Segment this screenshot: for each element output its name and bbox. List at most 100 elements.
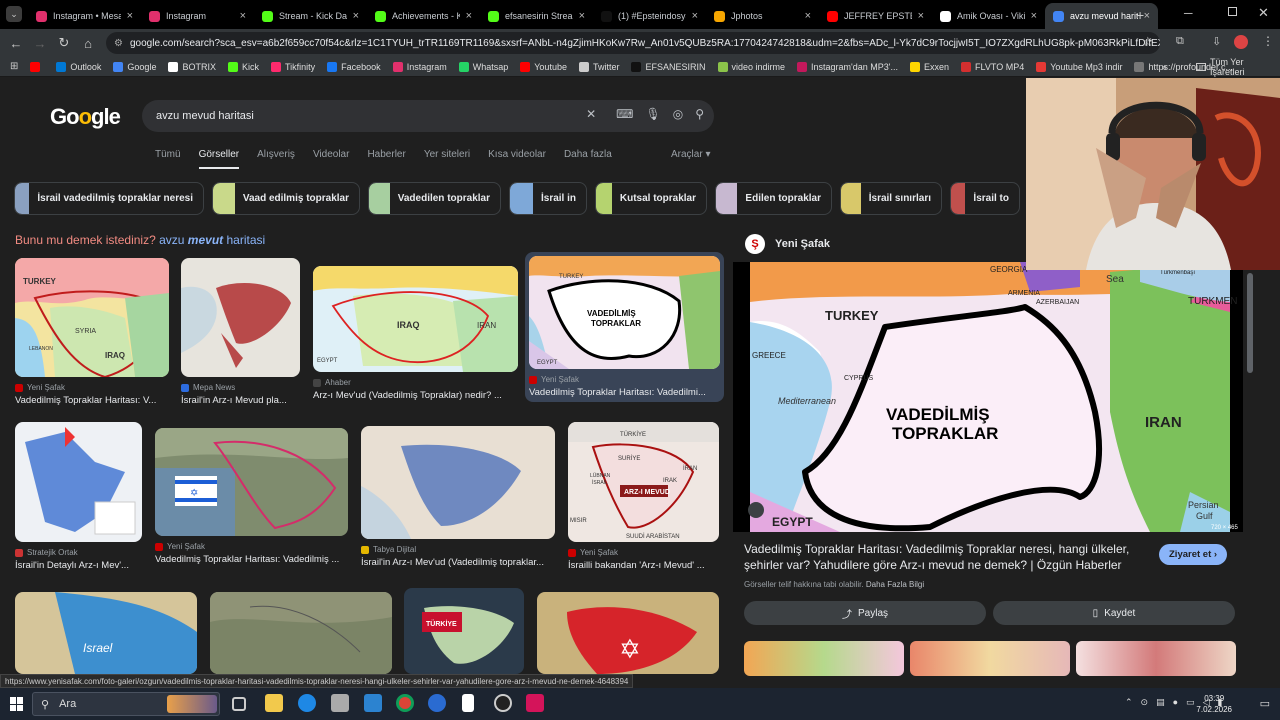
related-search-chip[interactable]: Vaad edilmiş topraklar <box>212 182 360 215</box>
close-tab-icon[interactable]: × <box>240 10 246 22</box>
image-result[interactable]: ✡ Yeni Şafak Vadedilmiş Topraklar Harita… <box>155 428 348 565</box>
app-icon[interactable] <box>331 694 349 712</box>
related-search-chip[interactable]: İsrail vadedilmiş topraklar neresi <box>14 182 204 215</box>
bookmark-item[interactable]: Google <box>113 61 156 72</box>
notifications-icon[interactable]: ▭ <box>1260 697 1270 710</box>
new-tab-button[interactable]: + <box>1136 7 1144 23</box>
edge-icon[interactable] <box>298 694 316 712</box>
image-result[interactable]: Stratejik Ortak İsrail'in Detaylı Arz-ı … <box>15 422 142 571</box>
bookmark-item[interactable]: Facebook <box>327 61 381 72</box>
app-icon[interactable] <box>428 694 446 712</box>
search-tab[interactable]: Daha fazla <box>564 149 612 169</box>
related-search-chip[interactable]: İsrail sınırları <box>840 182 942 215</box>
image-result[interactable] <box>210 592 392 674</box>
tab-search-button[interactable]: ⌄ <box>6 6 22 22</box>
save-button[interactable]: ▯ Kaydet <box>993 601 1235 625</box>
share-button[interactable]: ⤴ Paylaş <box>744 601 986 625</box>
search-icon[interactable]: ⚲ <box>695 107 704 121</box>
close-tab-icon[interactable]: × <box>918 10 924 22</box>
suggestion-link[interactable]: avzu mevut haritasi <box>159 233 265 247</box>
clear-icon[interactable]: ✕ <box>586 107 596 121</box>
result-thumbnail[interactable]: VADEDİLMİŞ TOPRAKLAR TURKEY EGYPT <box>529 256 720 369</box>
result-thumbnail[interactable]: IRAQ IRAN EGYPT <box>313 266 518 372</box>
maximize-button[interactable] <box>1228 7 1237 16</box>
bookmark-item[interactable] <box>30 61 44 72</box>
preview-title[interactable]: Vadedilmiş Topraklar Haritası: Vadedilmi… <box>744 541 1139 573</box>
url-bar[interactable]: ⚙ google.com/search?sca_esv=a6b2f659cc70… <box>106 32 1160 54</box>
downloads-icon[interactable]: ⇩ <box>1212 35 1221 48</box>
search-tab[interactable]: Kısa videolar <box>488 149 546 169</box>
result-thumbnail[interactable] <box>361 426 555 539</box>
more-bookmarks-icon[interactable]: » <box>1162 62 1167 72</box>
related-thumb[interactable] <box>1076 641 1236 676</box>
bookmark-item[interactable]: BOTRIX <box>168 61 216 72</box>
reload-button[interactable]: ↻ <box>52 35 76 51</box>
forward-button[interactable]: → <box>28 36 52 51</box>
result-thumbnail[interactable]: Israel <box>15 592 197 674</box>
result-thumbnail[interactable]: ARZ-I MEVUD TÜRKİYE SURİYE LÜBNAN İSRAİL… <box>568 422 719 542</box>
home-button[interactable]: ⌂ <box>76 36 100 51</box>
browser-tab[interactable]: (1) #Epsteindosya × <box>593 3 706 29</box>
profile-avatar[interactable] <box>1234 35 1248 49</box>
learn-more-link[interactable]: Daha Fazla Bilgi <box>866 580 924 589</box>
search-tab[interactable]: Yer siteleri <box>424 149 470 169</box>
related-search-chip[interactable]: Edilen topraklar <box>715 182 832 215</box>
bookmark-item[interactable]: Kick <box>227 61 259 72</box>
close-tab-icon[interactable]: × <box>127 10 133 22</box>
tools-menu[interactable]: Araçlar ▾ <box>671 149 711 160</box>
close-tab-icon[interactable]: × <box>805 10 811 22</box>
close-tab-icon[interactable]: × <box>353 10 359 22</box>
close-tab-icon[interactable]: × <box>579 10 585 22</box>
related-search-chip[interactable]: İsrail to <box>950 182 1020 215</box>
image-result[interactable]: Mepa News İsrail'in Arz-ı Mevud pla... <box>181 258 300 406</box>
microphone-icon[interactable]: ● <box>1173 697 1178 708</box>
bookmark-item[interactable]: Instagram'dan MP3'... <box>797 61 898 72</box>
result-thumbnail[interactable]: ✡ <box>155 428 348 536</box>
related-thumb[interactable] <box>744 641 904 676</box>
result-thumbnail[interactable] <box>181 258 300 377</box>
bookmark-item[interactable]: Youtube Mp3 indir <box>1036 61 1122 72</box>
tray-chevron-icon[interactable]: ⌃ <box>1125 697 1133 708</box>
obs-icon[interactable] <box>494 694 512 712</box>
close-tab-icon[interactable]: × <box>1031 10 1037 22</box>
panel-scrollbar[interactable] <box>1246 265 1254 665</box>
search-tab[interactable]: Alışveriş <box>257 149 295 169</box>
result-thumbnail[interactable]: TURKEY SYRIA IRAQ LEBANON <box>15 258 169 377</box>
clock[interactable]: 03:39 7.02.2026 <box>1196 693 1232 715</box>
image-result[interactable]: ✡ <box>537 592 719 674</box>
image-result-selected[interactable]: VADEDİLMİŞ TOPRAKLAR TURKEY EGYPT Yeni Ş… <box>525 252 724 402</box>
browser-tab[interactable]: Instagram × <box>141 3 254 29</box>
image-result[interactable]: Israel <box>15 592 197 674</box>
preview-image[interactable]: VADEDİLMİŞ TOPRAKLAR TURKEY IRAN EGYPT G… <box>733 262 1243 532</box>
image-result[interactable]: ARZ-I MEVUD TÜRKİYE SURİYE LÜBNAN İSRAİL… <box>568 422 719 571</box>
site-info-icon[interactable]: ⚙ <box>114 38 123 49</box>
all-bookmarks[interactable]: Tüm Yer İşaretleri <box>1196 57 1280 77</box>
browser-tab[interactable]: Instagram • Mesajlar × <box>28 3 141 29</box>
image-result[interactable]: Tabya Dijital İsrail'in Arz-ı Mev'ud (Va… <box>361 426 555 568</box>
result-thumbnail[interactable]: TÜRKİYE <box>404 588 524 674</box>
apps-grid-icon[interactable]: ⊞ <box>10 61 18 72</box>
bookmark-item[interactable]: Twitter <box>578 61 619 72</box>
related-search-chip[interactable]: İsrail in <box>509 182 587 215</box>
windows-start-icon[interactable] <box>10 697 24 711</box>
related-search-chip[interactable]: Vadedilen topraklar <box>368 182 501 215</box>
tray-app-icon[interactable]: ⊙ <box>1141 697 1149 708</box>
close-tab-icon[interactable]: × <box>1144 10 1150 22</box>
bookmark-star-icon[interactable]: ☆ <box>1142 34 1154 50</box>
search-box[interactable]: avzu mevud haritasi ✕ ⌨ 🎙︎ ◎ ⚲ <box>142 100 714 132</box>
microphone-icon[interactable]: 🎙︎ <box>645 107 660 121</box>
search-input[interactable]: avzu mevud haritasi <box>156 110 254 122</box>
bookmark-item[interactable]: Outlook <box>56 61 101 72</box>
lens-icon[interactable] <box>748 502 764 518</box>
bookmark-item[interactable]: Whatsap <box>458 61 508 72</box>
browser-tab[interactable]: JEFFREY EPSTEIN × <box>819 3 932 29</box>
taskbar-search[interactable]: ⚲ Ara <box>32 692 220 716</box>
back-button[interactable]: ← <box>4 36 28 51</box>
image-result[interactable]: IRAQ IRAN EGYPT Ahaber Arz-ı Mev'ud (Vad… <box>313 266 518 401</box>
result-thumbnail[interactable] <box>210 592 392 674</box>
google-logo[interactable]: Google <box>50 104 121 130</box>
keyboard-icon[interactable]: ⌨ <box>616 107 633 121</box>
bookmark-item[interactable]: EFSANESIRIN <box>631 61 706 72</box>
bookmark-item[interactable]: Tikfinity <box>270 61 315 72</box>
lens-icon[interactable]: ◎ <box>673 107 683 121</box>
